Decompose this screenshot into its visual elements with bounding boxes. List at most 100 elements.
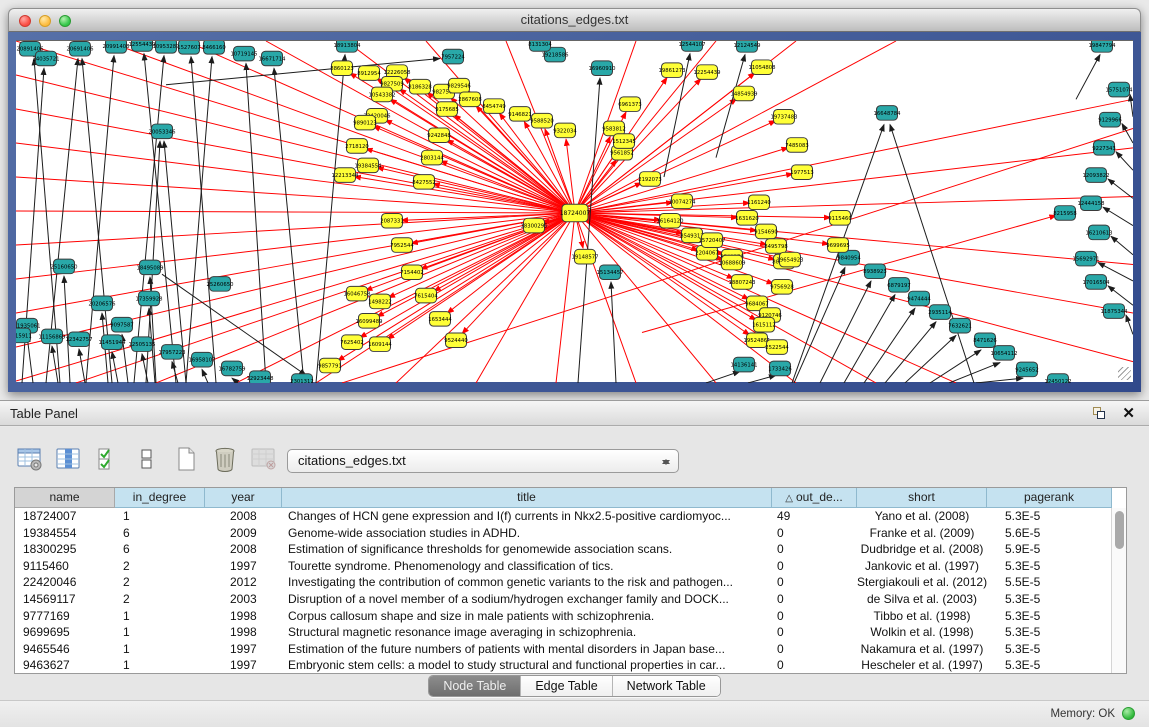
tab-edge-table[interactable]: Edge Table <box>520 676 611 696</box>
table-row[interactable]: 1872400712008Changes of HCN gene express… <box>15 508 1126 525</box>
column-header-in-degree[interactable]: in_degree <box>115 488 205 508</box>
table-row[interactable]: 946362711997Embryonic stem cells: a mode… <box>15 657 1126 674</box>
table-cell: 1 <box>115 624 205 641</box>
table-cell: 9777169 <box>15 608 115 625</box>
graph-node-label: 19384554 <box>355 163 383 169</box>
scrollbar-thumb[interactable] <box>1115 511 1124 549</box>
table-cell: 18300295 <box>15 541 115 558</box>
table-cell: 0 <box>772 657 857 674</box>
table-cell: 1997 <box>205 657 282 674</box>
graph-edge <box>976 378 1023 383</box>
table-cell: Stergiakouli et al. (2012) <box>857 574 987 591</box>
graph-node-label: 11451944 <box>99 340 127 346</box>
table-panel-body: f(x) citations_edges.txt namein_degreeye… <box>0 427 1149 727</box>
table-cell: 0 <box>772 541 857 558</box>
graph-node-label: 12213344 <box>332 173 360 179</box>
close-button[interactable] <box>19 15 31 27</box>
graph-node-label: 2522544 <box>765 345 789 351</box>
row-options-icon[interactable] <box>131 444 163 474</box>
graph-node-label: 7632621 <box>948 324 972 330</box>
graph-edge <box>1103 207 1133 225</box>
graph-node-label: 8131304 <box>528 42 552 48</box>
table-cell: Jankovic et al. (1997) <box>857 558 987 575</box>
column-header-out-de-[interactable]: △out_de... <box>772 488 857 508</box>
table-row[interactable]: 1456911722003Disruption of a novel membe… <box>15 591 1126 608</box>
graph-edge <box>1122 124 1133 143</box>
table-row[interactable]: 969969511998Structural magnetic resonanc… <box>15 624 1126 641</box>
table-row[interactable]: 977716911998Corpus callosum shape and si… <box>15 608 1126 625</box>
graph-node-label: 9840954 <box>837 256 861 262</box>
show-columns-icon[interactable] <box>53 444 85 474</box>
table-row[interactable]: 1938455462009Genome-wide association stu… <box>15 525 1126 542</box>
table-cell: Changes of HCN gene expression and I(f) … <box>282 508 772 525</box>
graph-edge <box>905 335 956 383</box>
window-titlebar[interactable]: citations_edges.txt <box>8 8 1141 32</box>
network-canvas[interactable]: 2089140624035721206914062099140812554439… <box>16 40 1133 382</box>
graph-edge <box>930 350 981 383</box>
float-window-icon[interactable] <box>1093 407 1107 421</box>
graph-node-label: 2867608 <box>458 97 482 103</box>
graph-node-label: 9146821 <box>508 112 532 118</box>
graph-node-label: 18807243 <box>729 280 756 286</box>
graph-node-label: 9474444 <box>907 296 931 302</box>
graph-node-label: 12444158 <box>1078 201 1105 207</box>
table-cell: de Silva et al. (2003) <box>857 591 987 608</box>
graph-node-label: 16210613 <box>1086 230 1113 236</box>
graph-node-label: 2204067 <box>695 251 719 257</box>
column-header-name[interactable]: name <box>15 488 115 508</box>
table-cell: 1 <box>115 608 205 625</box>
graph-node-label: 6879197 <box>887 283 911 289</box>
column-header-pagerank[interactable]: pagerank <box>987 488 1112 508</box>
window-title: citations_edges.txt <box>9 9 1140 31</box>
graph-node-label: 10543382 <box>369 92 396 98</box>
delete-column-icon[interactable] <box>209 444 241 474</box>
table-cell: 6 <box>115 541 205 558</box>
table-cell: 9115460 <box>15 558 115 575</box>
table-cell: Hescheler et al. (1997) <box>857 657 987 674</box>
close-panel-icon[interactable] <box>1122 404 1135 422</box>
table-cell: Estimation of the future numbers of pati… <box>282 641 772 658</box>
table-cell: Franke et al. (2009) <box>857 525 987 542</box>
resize-grip[interactable] <box>1118 367 1131 380</box>
table-cell: 0 <box>772 558 857 575</box>
zoom-button[interactable] <box>59 15 71 27</box>
table-scrollbar[interactable] <box>1111 508 1126 673</box>
table-cell: Embryonic stem cells: a model to study s… <box>282 657 772 674</box>
table-cell: 1998 <box>205 608 282 625</box>
sort-asc-icon: △ <box>785 493 793 504</box>
graph-node-label: 1733426 <box>768 366 792 372</box>
graph-node-label: 1498222 <box>368 299 392 305</box>
column-header-title[interactable]: title <box>282 488 772 508</box>
graph-node-label: 12450122 <box>1045 379 1072 383</box>
graph-edge <box>575 213 1133 362</box>
graph-edge <box>316 55 345 383</box>
graph-node-label: 9583812 <box>602 126 626 132</box>
new-column-icon[interactable] <box>170 444 202 474</box>
graph-node-label: 6961373 <box>618 102 642 108</box>
column-header-short[interactable]: short <box>857 488 987 508</box>
graph-edge <box>575 99 737 213</box>
table-row[interactable]: 1830029562008Estimation of significance … <box>15 541 1126 558</box>
graph-node-label: 8912954 <box>357 71 381 77</box>
graph-node-label: 10074274 <box>669 199 697 205</box>
table-cell: Tibbo et al. (1998) <box>857 608 987 625</box>
graph-node-label: 20053346 <box>149 129 176 135</box>
graph-node-label: 9561852 <box>610 151 634 157</box>
table-row[interactable]: 911546021997Tourette syndrome. Phenomeno… <box>15 558 1126 575</box>
graph-node-label: 9227343 <box>1092 146 1116 152</box>
tab-node-table[interactable]: Node Table <box>429 676 520 696</box>
table-mode-icon[interactable] <box>14 444 46 474</box>
graph-node-label: 8427552 <box>412 180 436 186</box>
table-cell: Yano et al. (2008) <box>857 508 987 525</box>
minimize-button[interactable] <box>39 15 51 27</box>
graph-node-label: 12342757 <box>66 337 93 343</box>
table-row[interactable]: 2242004622012Investigating the contribut… <box>15 574 1126 591</box>
table-select-dropdown[interactable]: citations_edges.txt <box>287 449 679 473</box>
tab-network-table[interactable]: Network Table <box>612 676 720 696</box>
table-cell: 9465546 <box>15 641 115 658</box>
table-body: 1872400712008Changes of HCN gene express… <box>15 508 1126 674</box>
column-header-year[interactable]: year <box>205 488 282 508</box>
graph-node-label: 19737483 <box>771 115 798 121</box>
select-columns-icon[interactable] <box>92 444 124 474</box>
table-row[interactable]: 946554611997Estimation of the future num… <box>15 641 1126 658</box>
